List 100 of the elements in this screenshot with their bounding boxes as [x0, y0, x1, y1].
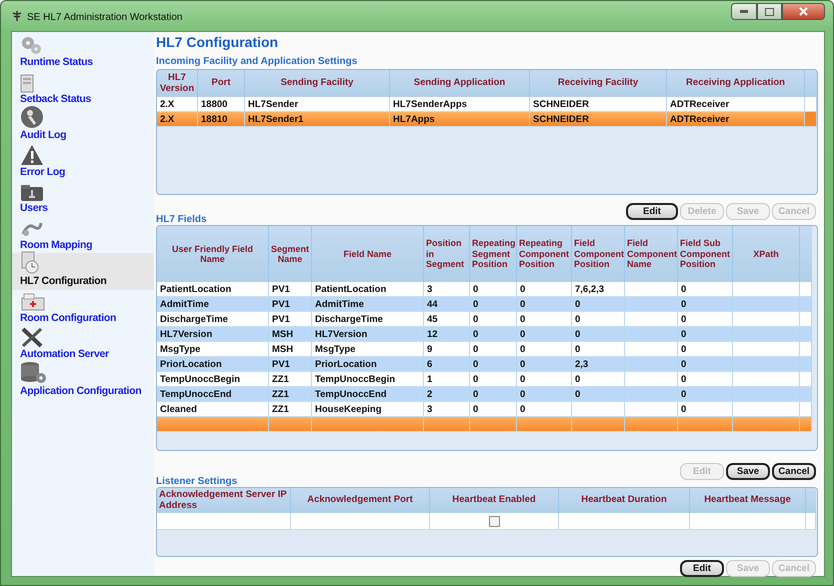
table-cell[interactable]: PV1 [269, 312, 312, 327]
table-cell[interactable]: TempUnoccBegin [157, 372, 269, 387]
table-cell[interactable]: PatientLocation [157, 282, 269, 297]
save-button[interactable]: Save [726, 463, 770, 480]
table-cell[interactable]: 3 [424, 282, 470, 297]
table-cell[interactable]: 0 [517, 387, 572, 402]
table-cell[interactable]: HL7Sender1 [245, 112, 390, 127]
table-cell[interactable]: 0 [470, 282, 517, 297]
table-cell[interactable]: 0 [678, 282, 733, 297]
table-cell[interactable]: 0 [572, 342, 625, 357]
table-cell[interactable]: 0 [517, 372, 572, 387]
table-cell[interactable]: 0 [572, 387, 625, 402]
minimize-button[interactable] [731, 3, 757, 20]
table-cell[interactable]: TempUnoccEnd [157, 387, 269, 402]
table-cell[interactable]: HL7SenderApps [390, 97, 530, 112]
table-cell[interactable]: AdmitTime [157, 297, 269, 312]
table-cell[interactable]: HL7Version [157, 327, 269, 342]
table-cell[interactable]: 0 [678, 312, 733, 327]
sidebar-item[interactable]: Error Log [12, 144, 154, 180]
table-cell[interactable]: DischargeTime [312, 312, 424, 327]
sidebar-item[interactable]: Setback Status [12, 70, 154, 107]
checkbox[interactable] [488, 516, 500, 526]
table-cell[interactable]: HouseKeeping [312, 402, 424, 417]
table-cell[interactable]: MSH [269, 327, 312, 342]
table-cell[interactable]: 0 [517, 297, 572, 312]
cancel-button[interactable]: Cancel [772, 463, 816, 480]
table-cell[interactable]: 0 [572, 327, 625, 342]
table-cell[interactable]: PV1 [269, 357, 312, 372]
table-cell[interactable]: 0 [678, 387, 733, 402]
table-cell[interactable]: 0 [517, 357, 572, 372]
table-cell[interactable]: 0 [517, 282, 572, 297]
table-cell[interactable]: 45 [424, 312, 470, 327]
sidebar-item[interactable]: HL7 Configuration [12, 253, 154, 290]
table-cell[interactable]: 6 [424, 357, 470, 372]
table-cell[interactable]: HL7Sender [245, 97, 390, 112]
table-cell[interactable]: 0 [517, 312, 572, 327]
table-cell[interactable]: PatientLocation [312, 282, 424, 297]
table-cell[interactable]: 0 [470, 402, 517, 417]
table-cell[interactable]: 0 [470, 357, 517, 372]
sidebar-item[interactable]: Room Configuration [12, 290, 154, 326]
sidebar-item[interactable]: Users [12, 180, 154, 216]
table-cell[interactable]: PriorLocation [312, 357, 424, 372]
table-cell[interactable]: 0 [470, 342, 517, 357]
table-cell[interactable]: 0 [678, 357, 733, 372]
table-cell[interactable]: 0 [470, 312, 517, 327]
table-cell[interactable]: HL7Apps [390, 112, 530, 127]
table-cell[interactable]: 0 [517, 327, 572, 342]
table-cell[interactable]: HL7Version [312, 327, 424, 342]
table-cell[interactable]: ZZ1 [269, 402, 312, 417]
table-cell[interactable]: 12 [424, 327, 470, 342]
table-cell[interactable]: 0 [572, 297, 625, 312]
table-cell[interactable]: 9 [424, 342, 470, 357]
table-cell[interactable]: 0 [678, 372, 733, 387]
table-cell[interactable]: 3 [424, 402, 470, 417]
table-cell[interactable]: TempUnoccBegin [312, 372, 424, 387]
table-cell[interactable]: 0 [678, 342, 733, 357]
table-cell[interactable]: MsgType [312, 342, 424, 357]
table-cell[interactable]: 0 [678, 327, 733, 342]
table-cell[interactable]: 0 [470, 372, 517, 387]
table-cell[interactable]: 2.X [157, 112, 198, 127]
table-cell[interactable]: MsgType [157, 342, 269, 357]
table-cell[interactable]: 2.X [157, 97, 198, 112]
table-cell[interactable]: AdmitTime [312, 297, 424, 312]
sidebar-item[interactable]: Room Mapping [12, 216, 154, 253]
table-cell[interactable]: TempUnoccEnd [312, 387, 424, 402]
table-cell[interactable]: 2,3 [572, 357, 625, 372]
sidebar-item[interactable]: Application Configuration [12, 362, 154, 399]
table-cell[interactable]: 18810 [198, 112, 245, 127]
table-cell[interactable]: 0 [572, 312, 625, 327]
table-cell[interactable]: 0 [678, 402, 733, 417]
table-cell[interactable]: 0 [517, 342, 572, 357]
table-cell[interactable]: PV1 [269, 297, 312, 312]
table-cell[interactable]: PV1 [269, 282, 312, 297]
table-cell[interactable]: SCHNEIDER [530, 112, 667, 127]
table-cell[interactable]: 7,6,2,3 [572, 282, 625, 297]
table-cell[interactable]: 0 [470, 327, 517, 342]
edit-button[interactable]: Edit [626, 203, 678, 220]
table-cell[interactable]: 0 [572, 372, 625, 387]
table-cell[interactable]: ADTReceiver [667, 97, 805, 112]
table-cell[interactable]: 2 [424, 387, 470, 402]
table-cell[interactable]: 0 [470, 387, 517, 402]
sidebar-item[interactable]: Audit Log [12, 107, 154, 144]
table-cell[interactable]: PriorLocation [157, 357, 269, 372]
table-cell[interactable]: ZZ1 [269, 372, 312, 387]
table-cell[interactable]: ZZ1 [269, 387, 312, 402]
table-cell[interactable]: 0 [470, 297, 517, 312]
table-cell[interactable]: 1 [424, 372, 470, 387]
table-cell[interactable]: 0 [678, 297, 733, 312]
table-cell[interactable]: 44 [424, 297, 470, 312]
sidebar-item[interactable]: Automation Server [12, 326, 154, 362]
table-cell[interactable]: ADTReceiver [667, 112, 805, 127]
table-cell[interactable]: 0 [517, 402, 572, 417]
maximize-button[interactable] [757, 3, 782, 20]
close-button[interactable] [782, 3, 825, 20]
edit-button[interactable]: Edit [680, 560, 724, 577]
table-cell[interactable]: SCHNEIDER [530, 97, 667, 112]
table-cell[interactable]: MSH [269, 342, 312, 357]
table-cell[interactable]: DischargeTime [157, 312, 269, 327]
sidebar-item[interactable]: Runtime Status [12, 34, 154, 70]
table-cell[interactable]: Cleaned [157, 402, 269, 417]
